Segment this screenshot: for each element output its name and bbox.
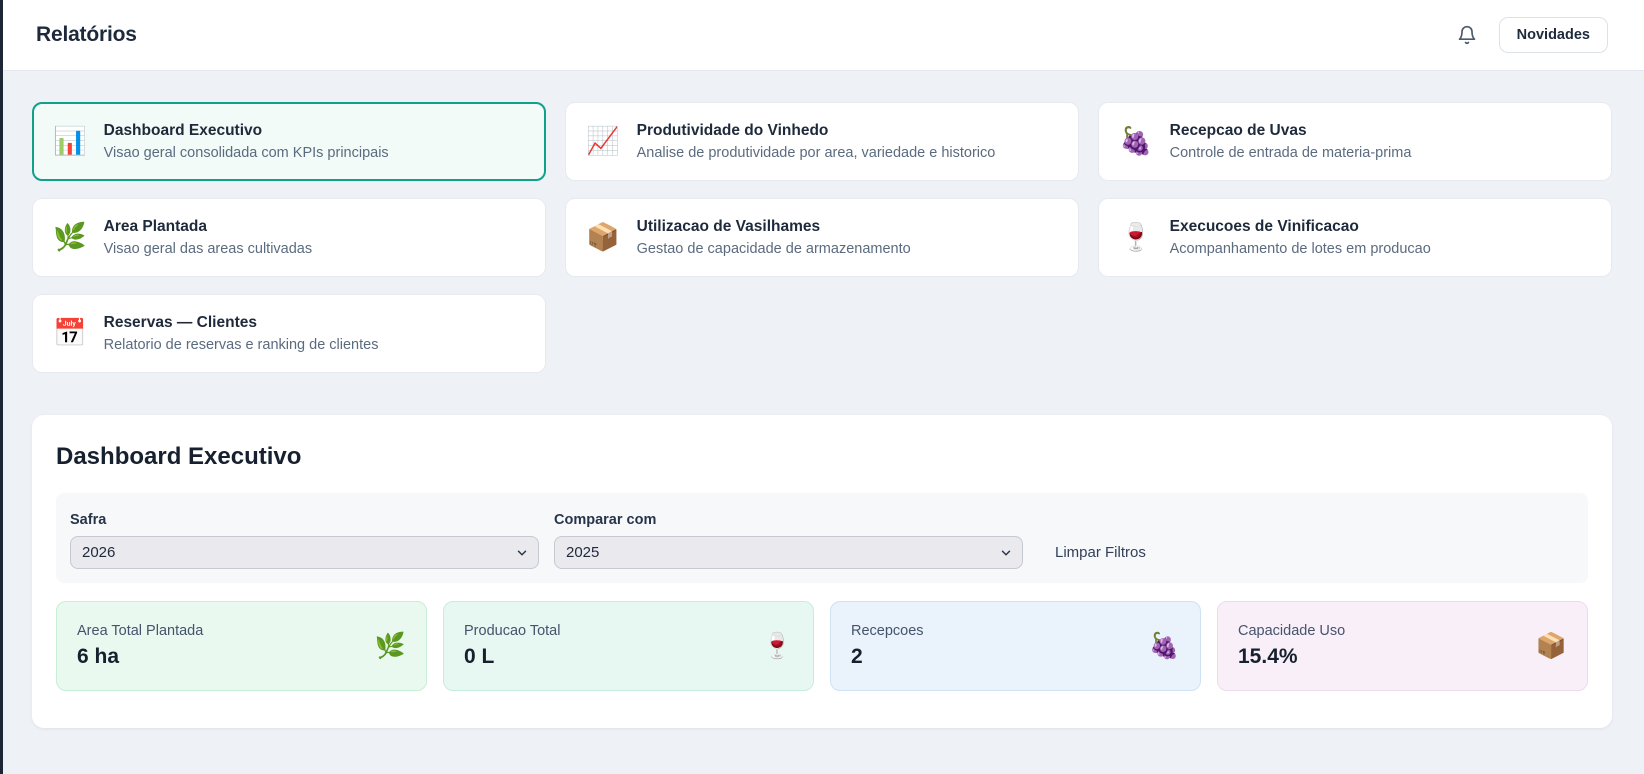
kpi-value: 15.4% bbox=[1238, 645, 1298, 668]
report-card-dashboard-executivo[interactable]: 📊 Dashboard Executivo Visao geral consol… bbox=[32, 102, 546, 181]
report-card-title: Dashboard Executivo bbox=[103, 122, 263, 139]
report-card-produtividade-vinhedo[interactable]: 📈 Produtividade do Vinhedo Analise de pr… bbox=[565, 102, 1079, 181]
report-card-subtitle: Acompanhamento de lotes em producao bbox=[1169, 241, 1431, 257]
comparar-com-label: Comparar com bbox=[554, 512, 657, 528]
report-card-text: Area Plantada Visao geral das areas cult… bbox=[104, 218, 313, 257]
kpi-label: Capacidade Uso bbox=[1238, 623, 1346, 639]
safra-label: Safra bbox=[70, 512, 107, 528]
comparar-com-select[interactable]: 2025 bbox=[554, 536, 1023, 569]
limpar-filtros-button[interactable]: Limpar Filtros bbox=[1055, 544, 1146, 561]
kpi-value: 0 L bbox=[464, 645, 495, 668]
kpi-label: Recepcoes bbox=[851, 623, 924, 639]
header-actions: Novidades bbox=[1457, 17, 1608, 53]
main-content: 📊 Dashboard Executivo Visao geral consol… bbox=[0, 71, 1644, 728]
novidades-button[interactable]: Novidades bbox=[1498, 17, 1608, 53]
panel-title: Dashboard Executivo bbox=[56, 443, 302, 470]
chart-increasing-icon: 📈 bbox=[586, 126, 620, 156]
comparar-select-wrap: 2025 bbox=[554, 536, 1023, 569]
wine-glass-icon: 🍷 bbox=[1119, 222, 1153, 252]
grapes-icon: 🍇 bbox=[1119, 126, 1153, 156]
report-card-subtitle: Analise de produtividade por area, varie… bbox=[636, 145, 996, 161]
kpi-text: Recepcoes 2 bbox=[851, 623, 924, 669]
package-icon: 📦 bbox=[586, 222, 620, 252]
report-card-reservas-clientes[interactable]: 📅 Reservas — Clientes Relatorio de reser… bbox=[32, 294, 546, 373]
report-card-text: Execucoes de Vinificacao Acompanhamento … bbox=[1170, 218, 1431, 257]
report-card-recepcao-uvas[interactable]: 🍇 Recepcao de Uvas Controle de entrada d… bbox=[1098, 102, 1612, 181]
page-title: Relatórios bbox=[36, 23, 137, 46]
herb-icon: 🌿 bbox=[53, 222, 87, 252]
dashboard-executivo-panel: Dashboard Executivo Safra 2026 Comparar … bbox=[32, 415, 1612, 728]
kpi-recepcoes: Recepcoes 2 🍇 bbox=[830, 601, 1201, 691]
report-card-title: Recepcao de Uvas bbox=[1169, 122, 1307, 139]
report-card-subtitle: Visao geral consolidada com KPIs princip… bbox=[103, 145, 389, 161]
safra-filter-group: Safra 2026 bbox=[70, 512, 539, 569]
bar-chart-icon: 📊 bbox=[53, 126, 87, 156]
filter-bar: Safra 2026 Comparar com 2025 Limpar Filt… bbox=[56, 493, 1588, 583]
report-cards-grid: 📊 Dashboard Executivo Visao geral consol… bbox=[32, 102, 1612, 373]
kpi-value: 2 bbox=[851, 645, 863, 668]
kpi-text: Capacidade Uso 15.4% bbox=[1238, 623, 1345, 669]
sidebar-edge bbox=[0, 0, 3, 774]
top-header: Relatórios Novidades bbox=[0, 0, 1644, 71]
wine-glass-icon: 🍷 bbox=[761, 631, 793, 660]
report-card-text: Utilizacao de Vasilhames Gestao de capac… bbox=[637, 218, 911, 257]
comparar-filter-group: Comparar com 2025 bbox=[554, 512, 1023, 569]
kpi-value: 6 ha bbox=[77, 645, 120, 668]
herb-icon: 🌿 bbox=[374, 631, 406, 660]
report-card-title: Execucoes de Vinificacao bbox=[1169, 218, 1359, 235]
calendar-icon: 📅 bbox=[53, 318, 87, 348]
kpi-capacidade-uso: Capacidade Uso 15.4% 📦 bbox=[1217, 601, 1588, 691]
report-card-utilizacao-vasilhames[interactable]: 📦 Utilizacao de Vasilhames Gestao de cap… bbox=[565, 198, 1079, 277]
report-card-title: Produtividade do Vinhedo bbox=[636, 122, 829, 139]
safra-select[interactable]: 2026 bbox=[70, 536, 539, 569]
report-card-subtitle: Visao geral das areas cultivadas bbox=[103, 241, 313, 257]
kpi-area-total-plantada: Area Total Plantada 6 ha 🌿 bbox=[56, 601, 427, 691]
report-card-area-plantada[interactable]: 🌿 Area Plantada Visao geral das areas cu… bbox=[32, 198, 546, 277]
report-card-text: Reservas — Clientes Relatorio de reserva… bbox=[104, 314, 379, 353]
grapes-icon: 🍇 bbox=[1148, 631, 1180, 660]
kpi-label: Producao Total bbox=[464, 623, 561, 639]
notifications-button[interactable] bbox=[1457, 24, 1477, 46]
report-card-title: Reservas — Clientes bbox=[103, 314, 257, 331]
report-card-title: Area Plantada bbox=[103, 218, 208, 235]
report-card-subtitle: Gestao de capacidade de armazenamento bbox=[636, 241, 911, 257]
report-card-text: Produtividade do Vinhedo Analise de prod… bbox=[637, 122, 996, 161]
report-card-text: Recepcao de Uvas Controle de entrada de … bbox=[1170, 122, 1412, 161]
kpi-text: Producao Total 0 L bbox=[464, 623, 560, 669]
report-card-title: Utilizacao de Vasilhames bbox=[636, 218, 821, 235]
kpi-label: Area Total Plantada bbox=[77, 623, 204, 639]
bell-icon bbox=[1457, 24, 1477, 46]
kpi-text: Area Total Plantada 6 ha bbox=[77, 623, 203, 669]
report-card-subtitle: Relatorio de reservas e ranking de clien… bbox=[103, 337, 379, 353]
package-icon: 📦 bbox=[1535, 631, 1567, 660]
report-card-subtitle: Controle de entrada de materia-prima bbox=[1169, 145, 1412, 161]
safra-select-wrap: 2026 bbox=[70, 536, 539, 569]
kpi-producao-total: Producao Total 0 L 🍷 bbox=[443, 601, 814, 691]
report-card-text: Dashboard Executivo Visao geral consolid… bbox=[104, 122, 389, 161]
kpi-grid: Area Total Plantada 6 ha 🌿 Producao Tota… bbox=[56, 601, 1588, 691]
report-card-execucoes-vinificacao[interactable]: 🍷 Execucoes de Vinificacao Acompanhament… bbox=[1098, 198, 1612, 277]
